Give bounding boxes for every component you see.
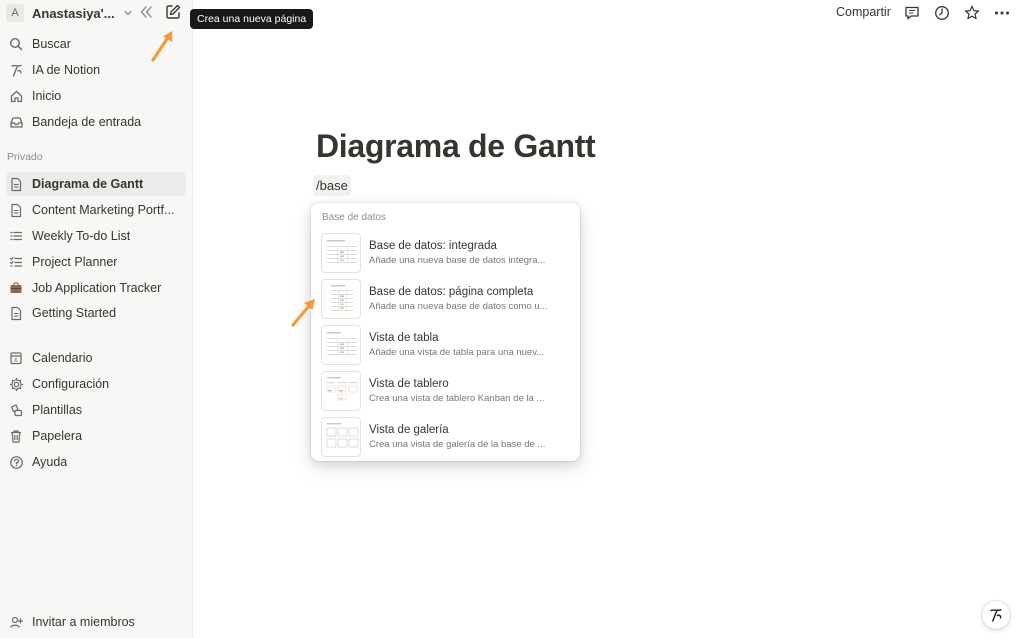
- add-person-icon: [7, 613, 25, 631]
- sidebar-item-label: Configuración: [32, 377, 110, 391]
- svg-text:6: 6: [14, 358, 17, 364]
- trash-icon: [7, 427, 25, 445]
- help-circle-icon: [7, 453, 25, 471]
- full-page-table-thumbnail-icon: [321, 279, 361, 319]
- briefcase-icon: [7, 279, 25, 297]
- table-thumbnail-icon: [321, 233, 361, 273]
- inbox-icon: [7, 113, 25, 131]
- sidebar-page-job-application-tracker[interactable]: Job Application Tracker: [6, 276, 186, 300]
- notion-ai-face-icon: [990, 609, 1002, 622]
- menu-item-description: Crea una vista de tablero Kanban de la .…: [369, 393, 545, 404]
- page-icon: [7, 304, 25, 322]
- collapse-sidebar-icon[interactable]: [138, 4, 154, 20]
- list-icon: [7, 227, 25, 245]
- sidebar-page-getting-started[interactable]: Getting Started: [6, 301, 186, 325]
- private-section-label: Privado: [7, 151, 43, 163]
- chevron-down-icon: [123, 10, 132, 16]
- share-button[interactable]: Compartir: [836, 5, 891, 19]
- comment-icon[interactable]: [903, 4, 921, 22]
- menu-item-description: Crea una vista de galería de la base de …: [369, 439, 546, 450]
- menu-item-description: Añade una nueva base de datos integra...: [369, 255, 546, 266]
- sidebar-item-label: Plantillas: [32, 403, 83, 417]
- page-title[interactable]: Diagrama de Gantt: [316, 128, 596, 165]
- star-icon[interactable]: [963, 4, 981, 22]
- sidebar-item-label: Weekly To-do List: [32, 229, 131, 243]
- checklist-icon: [7, 253, 25, 271]
- menu-item-title: Vista de galería: [369, 424, 449, 436]
- sidebar: A Anastasiya'... Buscar IA de Notion Ini…: [0, 0, 193, 638]
- menu-item-description: Añade una nueva base de datos como u...: [369, 301, 548, 312]
- gear-icon: [7, 375, 25, 393]
- annotation-arrow-icon: [151, 31, 173, 62]
- sidebar-item-label: IA de Notion: [32, 63, 101, 77]
- board-view-thumbnail-icon: [321, 371, 361, 411]
- sidebar-item-label: Ayuda: [32, 455, 68, 469]
- sidebar-item-label: Buscar: [32, 37, 71, 51]
- sidebar-item-label: Bandeja de entrada: [32, 115, 142, 129]
- history-clock-icon[interactable]: [933, 4, 951, 22]
- sidebar-item-label: Inicio: [32, 89, 62, 103]
- home-icon: [7, 87, 25, 105]
- sidebar-item-label: Job Application Tracker: [32, 281, 162, 295]
- notion-window: A Anastasiya'... Buscar IA de Notion Ini…: [0, 0, 1024, 638]
- menu-item-gallery-view[interactable]: Vista de galería Crea una vista de galer…: [317, 415, 574, 459]
- calendar-icon: 6: [7, 349, 25, 367]
- table-view-thumbnail-icon: [321, 325, 361, 365]
- menu-item-title: Base de datos: página completa: [369, 286, 534, 298]
- menu-item-title: Vista de tabla: [369, 332, 439, 344]
- sidebar-item-label: Project Planner: [32, 255, 118, 269]
- menu-item-inline-database[interactable]: Base de datos: integrada Añade una nueva…: [317, 231, 574, 275]
- sidebar-page-project-planner[interactable]: Project Planner: [6, 250, 186, 274]
- new-page-tooltip: Crea una nueva página: [190, 9, 314, 29]
- sidebar-item-label: Content Marketing Portf...: [32, 203, 175, 217]
- sidebar-page-weekly-todo[interactable]: Weekly To-do List: [6, 224, 186, 248]
- new-page-icon[interactable]: [164, 3, 182, 21]
- gallery-view-thumbnail-icon: [321, 417, 361, 457]
- notion-ai-fab[interactable]: [982, 601, 1010, 629]
- slash-command-input[interactable]: /base: [313, 175, 351, 196]
- sidebar-item-inbox[interactable]: Bandeja de entrada: [6, 110, 186, 134]
- slash-command-menu: Base de datos Base de datos: integrada A…: [311, 203, 580, 461]
- sidebar-item-settings[interactable]: Configuración: [6, 372, 186, 396]
- workspace-switcher[interactable]: A Anastasiya'...: [6, 3, 133, 23]
- invite-members-button[interactable]: Invitar a miembros: [6, 610, 186, 634]
- workspace-avatar: A: [6, 4, 24, 22]
- sidebar-item-trash[interactable]: Papelera: [6, 424, 186, 448]
- sidebar-item-help[interactable]: Ayuda: [6, 450, 186, 474]
- notion-ai-icon: [7, 61, 25, 79]
- sidebar-item-label: Getting Started: [32, 306, 117, 320]
- workspace-name: Anastasiya'...: [32, 5, 115, 21]
- sidebar-item-home[interactable]: Inicio: [6, 84, 186, 108]
- more-options-icon[interactable]: [993, 4, 1011, 22]
- menu-item-description: Añade una vista de tabla para una nuev..…: [369, 347, 545, 358]
- page-icon: [7, 201, 25, 219]
- menu-item-title: Vista de tablero: [369, 378, 449, 390]
- sidebar-page-diagrama-de-gantt[interactable]: Diagrama de Gantt: [6, 172, 186, 196]
- menu-item-title: Base de datos: integrada: [369, 240, 497, 252]
- sidebar-item-label: Diagrama de Gantt: [32, 177, 144, 191]
- page-icon: [7, 175, 25, 193]
- sidebar-item-templates[interactable]: Plantillas: [6, 398, 186, 422]
- invite-label: Invitar a miembros: [32, 615, 135, 629]
- sidebar-page-content-marketing[interactable]: Content Marketing Portf...: [6, 198, 186, 222]
- search-icon: [7, 35, 25, 53]
- menu-item-table-view[interactable]: Vista de tabla Añade una vista de tabla …: [317, 323, 574, 367]
- annotation-arrow-icon: [291, 299, 315, 327]
- menu-item-full-page-database[interactable]: Base de datos: página completa Añade una…: [317, 277, 574, 321]
- sidebar-item-calendar[interactable]: 6 Calendario: [6, 346, 186, 370]
- templates-icon: [7, 401, 25, 419]
- sidebar-item-label: Calendario: [32, 351, 93, 365]
- sidebar-item-label: Papelera: [32, 429, 83, 443]
- menu-section-header: Base de datos: [322, 212, 386, 223]
- menu-item-board-view[interactable]: Vista de tablero Crea una vista de table…: [317, 369, 574, 413]
